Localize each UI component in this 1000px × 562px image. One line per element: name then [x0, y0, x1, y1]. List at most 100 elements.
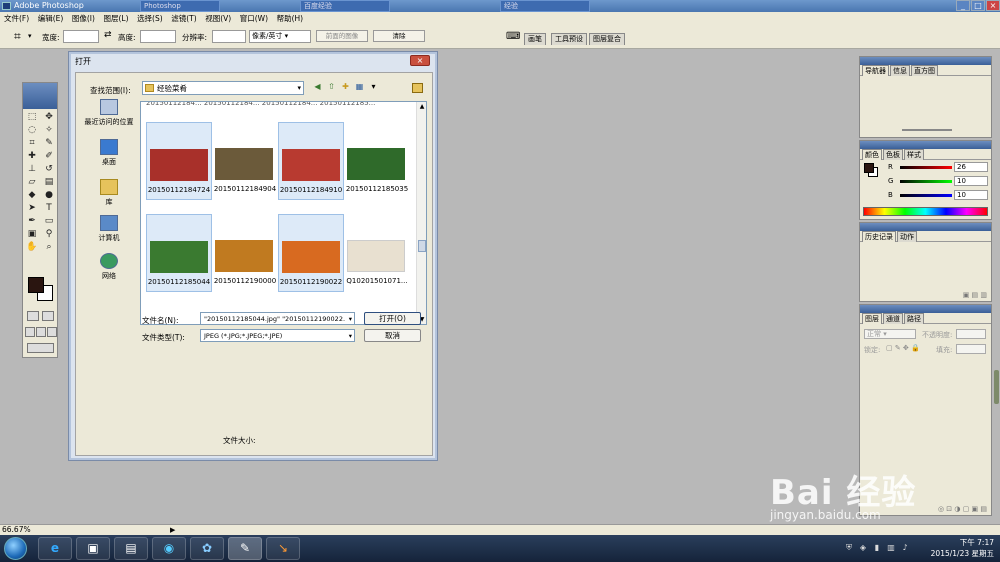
crop-tool-icon[interactable]: ⌗	[14, 29, 21, 44]
eyedropper-icon[interactable]: ⚲	[41, 228, 57, 240]
foreground-color-swatch[interactable]	[28, 277, 44, 293]
marquee-tool-icon[interactable]: ⬚	[24, 111, 40, 123]
lasso-tool-icon[interactable]: ◌	[24, 124, 40, 136]
taskbar-strip-3[interactable]: 经验	[500, 0, 590, 12]
move-tool-icon[interactable]: ✥	[41, 111, 57, 123]
menu-image[interactable]: 图像(I)	[72, 12, 95, 25]
menu-filter[interactable]: 滤镜(T)	[171, 12, 196, 25]
blur-icon[interactable]: ◆	[24, 189, 40, 201]
swap-icon[interactable]: ⇄	[104, 30, 112, 40]
power-icon[interactable]: ▮	[872, 543, 882, 553]
close-icon[interactable]: ×	[986, 0, 1000, 11]
tab-channels[interactable]: 通道	[883, 313, 903, 324]
file-thumb-7[interactable]: 20150112190022	[278, 214, 344, 292]
tab-tool-presets[interactable]: 工具预设	[551, 33, 587, 45]
menu-view[interactable]: 视图(V)	[205, 12, 231, 25]
blue-slider[interactable]	[900, 194, 952, 197]
layers-panel-buttons[interactable]: ◎ ⊡ ◑ ▢ ▣ ▤	[938, 505, 987, 513]
folder-icon[interactable]	[412, 83, 423, 93]
ie-icon[interactable]: e	[38, 537, 72, 560]
menu-file[interactable]: 文件(F)	[4, 12, 29, 25]
opacity-input[interactable]	[956, 329, 986, 339]
history-panel-buttons[interactable]: ▣ ▤ ▥	[963, 291, 987, 299]
file-thumb-1[interactable]: 20150112184724	[146, 122, 212, 200]
green-value[interactable]: 10	[954, 176, 988, 186]
up-folder-icon[interactable]: ⇧	[326, 81, 337, 92]
file-thumb-3[interactable]: 20150112184910	[278, 122, 344, 200]
shield-icon[interactable]: ⛨	[844, 543, 854, 553]
file-list-scrollbar[interactable]: ▲ ▼	[416, 102, 426, 324]
gradient-icon[interactable]: ▤	[41, 176, 57, 188]
canvas-scrollbar-thumb[interactable]	[994, 370, 999, 404]
place-computer[interactable]: 计算机	[80, 215, 138, 243]
slice-icon[interactable]: ✎	[41, 137, 57, 149]
arrow-app-icon[interactable]: ↘	[266, 537, 300, 560]
screen-mode-1-icon[interactable]	[25, 327, 35, 337]
file-thumb-5[interactable]: 20150112185044	[146, 214, 212, 292]
tab-brushes[interactable]: 画笔	[524, 33, 546, 45]
file-thumb-8[interactable]: Q10201501071...	[344, 214, 410, 292]
width-input[interactable]	[63, 30, 99, 43]
file-thumb-2[interactable]: 20150112184904	[212, 122, 278, 200]
tab-layer-comps[interactable]: 图层复合	[589, 33, 625, 45]
place-recent[interactable]: 最近访问的位置	[80, 99, 138, 127]
volume-icon[interactable]: ♪	[900, 543, 910, 553]
jump-to-imageready-icon[interactable]	[27, 343, 54, 353]
tab-history[interactable]: 历史记录	[862, 231, 896, 242]
tab-navigator[interactable]: 导航器	[862, 65, 889, 76]
browser-icon[interactable]: ◉	[152, 537, 186, 560]
lock-icons[interactable]: ▢ ✎ ✥ 🔒	[886, 344, 920, 352]
pen-tool-icon[interactable]: ✒	[24, 215, 40, 227]
screen-mode-2-icon[interactable]	[36, 327, 46, 337]
cancel-button[interactable]: 取消	[364, 329, 421, 342]
security-icon[interactable]: ◈	[858, 543, 868, 553]
color-spectrum-bar[interactable]	[863, 207, 988, 216]
menu-select[interactable]: 选择(S)	[137, 12, 163, 25]
fg-color-swatch[interactable]	[864, 163, 874, 173]
shape-tool-icon[interactable]: ▭	[41, 215, 57, 227]
place-desktop[interactable]: 桌面	[80, 139, 138, 167]
blend-mode-select[interactable]: 正常 ▾	[864, 329, 916, 339]
photoshop-task-icon[interactable]: ✎	[228, 537, 262, 560]
chevron-down-icon[interactable]: ▾	[349, 313, 352, 324]
app-icon[interactable]: ✿	[190, 537, 224, 560]
standard-mode-icon[interactable]	[27, 311, 39, 321]
taskbar-strip-2[interactable]: 百度经验	[300, 0, 390, 12]
status-menu-arrow-icon[interactable]: ▶	[170, 525, 175, 535]
menu-edit[interactable]: 编辑(E)	[38, 12, 64, 25]
explorer-icon[interactable]: ▣	[76, 537, 110, 560]
scrollbar-thumb[interactable]	[418, 240, 426, 252]
stamp-icon[interactable]: ⊥	[24, 163, 40, 175]
taskview-icon[interactable]: ▤	[114, 537, 148, 560]
view-menu-icon[interactable]: ▦	[354, 81, 365, 92]
menu-help[interactable]: 帮助(H)	[277, 12, 304, 25]
file-thumb-6[interactable]: 20150112190000	[212, 214, 278, 292]
front-image-button[interactable]: 前面的图像	[316, 30, 368, 42]
type-tool-icon[interactable]: T	[41, 202, 57, 214]
taskbar-strip-1[interactable]: Photoshop	[140, 0, 220, 12]
tray-clock[interactable]: 下午 7:17 2015/1/23 星期五	[931, 537, 994, 559]
eraser-icon[interactable]: ▱	[24, 176, 40, 188]
menu-layer[interactable]: 图层(L)	[103, 12, 128, 25]
clear-button[interactable]: 清除	[373, 30, 425, 42]
filetype-select[interactable]: JPEG (*.JPG;*.JPEG;*.JPE) ▾	[200, 329, 355, 342]
fill-input[interactable]	[956, 344, 986, 354]
scroll-up-icon[interactable]: ▲	[417, 103, 426, 110]
file-thumb-4[interactable]: 20150112185035	[344, 122, 410, 200]
new-folder-icon[interactable]: ✚	[340, 81, 351, 92]
blue-value[interactable]: 10	[954, 190, 988, 200]
unit-select[interactable]: 像素/英寸 ▾	[249, 30, 311, 43]
tools-palette-header[interactable]	[23, 83, 57, 109]
history-brush-icon[interactable]: ↺	[41, 163, 57, 175]
back-icon[interactable]: ◀	[312, 81, 323, 92]
chevron-down-icon[interactable]: ▾	[28, 32, 32, 40]
maximize-icon[interactable]: □	[971, 0, 985, 11]
tab-info[interactable]: 信息	[890, 65, 910, 76]
file-list[interactable]: 20150112184... 20150112184... 2015011218…	[140, 101, 427, 325]
panel-titlebar[interactable]	[860, 305, 991, 313]
zoom-slider[interactable]	[902, 129, 952, 131]
panel-titlebar[interactable]	[860, 57, 991, 65]
hand-tool-icon[interactable]: ✋	[24, 241, 40, 253]
menu-window[interactable]: 窗口(W)	[240, 12, 268, 25]
zoom-level[interactable]: 66.67%	[2, 525, 31, 535]
